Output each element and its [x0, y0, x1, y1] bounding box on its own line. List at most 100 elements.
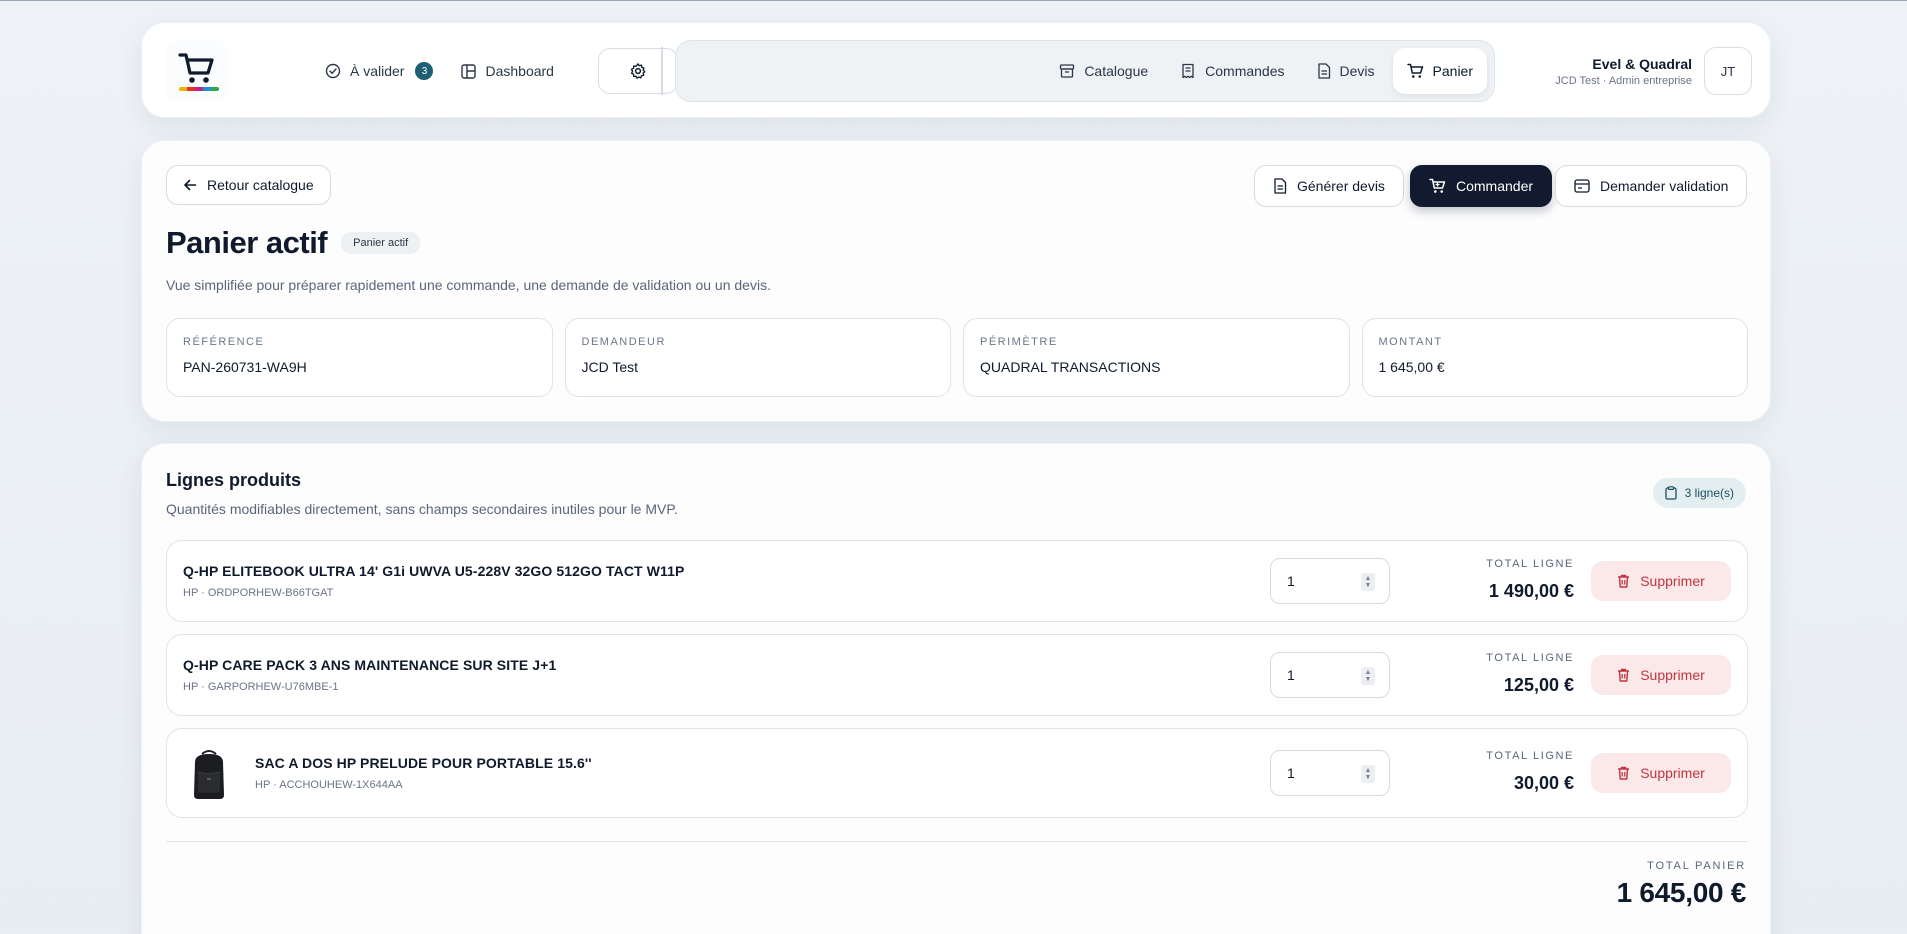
table-row: SAC A DOS HP PRELUDE POUR PORTABLE 15.6'… — [166, 728, 1748, 818]
nav-catalogue[interactable]: Catalogue — [1045, 48, 1162, 94]
cart-info-grid: RÉFÉRENCE PAN-260731-WA9H DEMANDEUR JCD … — [166, 318, 1748, 397]
delete-line-button[interactable]: Supprimer — [1591, 655, 1731, 695]
request-validation-label: Demander validation — [1600, 178, 1729, 194]
info-label: MONTANT — [1378, 336, 1443, 348]
line-total-label: TOTAL LIGNE — [1486, 652, 1574, 664]
order-label: Commander — [1456, 178, 1534, 194]
window-top-border — [0, 0, 1907, 1]
order-button[interactable]: Commander — [1410, 165, 1553, 207]
quantity-stepper[interactable]: 1 ▲ ▼ — [1270, 558, 1390, 604]
product-lines-card: Lignes produits Quantités modifiables di… — [141, 443, 1771, 934]
spinner-arrows-icon[interactable]: ▲ ▼ — [1361, 667, 1375, 685]
logo-bar-seg — [203, 87, 211, 91]
nav-commandes[interactable]: Commandes — [1166, 48, 1298, 94]
user-menu[interactable]: Evel & Quadral JCD Test · Admin entrepri… — [1555, 47, 1752, 95]
check-circle-icon — [325, 63, 341, 79]
line-total-value: 125,00 € — [1503, 675, 1574, 695]
user-name: Evel & Quadral — [1592, 55, 1692, 72]
top-header: À valider 3 Dashboard Catalogue Commande… — [141, 22, 1771, 118]
app-logo[interactable] — [166, 40, 228, 102]
logo-bar-seg — [195, 87, 203, 91]
delete-line-button[interactable]: Supprimer — [1591, 753, 1731, 793]
avatar[interactable]: JT — [1704, 47, 1752, 95]
cart-icon — [1406, 63, 1423, 78]
delete-label: Supprimer — [1640, 667, 1705, 683]
divider — [166, 841, 1748, 842]
info-label: RÉFÉRENCE — [183, 336, 265, 348]
settings-button[interactable] — [598, 48, 678, 94]
spinner-arrows-icon[interactable]: ▲ ▼ — [1361, 765, 1375, 783]
request-validation-button[interactable]: Demander validation — [1555, 165, 1748, 207]
line-total-value: 1 490,00 € — [1488, 581, 1574, 601]
clipboard-icon — [1664, 486, 1677, 500]
product-meta: HP · GARPORHEW-U76MBE-1 — [183, 681, 339, 693]
trash-icon — [1618, 668, 1630, 682]
info-label: PÉRIMÈTRE — [980, 336, 1058, 348]
nav-panier-label: Panier — [1432, 63, 1473, 79]
section-title: Lignes produits — [166, 470, 301, 490]
nav-catalogue-label: Catalogue — [1084, 63, 1149, 79]
nav-panier[interactable]: Panier — [1392, 48, 1487, 94]
nav-devis-label: Devis — [1339, 63, 1375, 79]
document-icon — [1274, 178, 1287, 194]
delete-label: Supprimer — [1640, 765, 1705, 781]
nav-commandes-label: Commandes — [1205, 63, 1285, 79]
backpack-product-image — [187, 747, 231, 801]
trash-icon — [1618, 574, 1630, 588]
spinner-arrows-icon[interactable]: ▲ ▼ — [1361, 573, 1375, 591]
info-value: 1 645,00 € — [1378, 359, 1445, 375]
logo-color-bar — [179, 87, 219, 91]
logo-bar-seg — [179, 87, 187, 91]
info-scope: PÉRIMÈTRE QUADRAL TRANSACTIONS — [963, 318, 1350, 397]
status-badge: Panier actif — [341, 232, 421, 254]
receipt-icon — [1182, 63, 1194, 79]
back-button-label: Retour catalogue — [207, 177, 314, 193]
layout-icon — [461, 63, 477, 79]
delete-line-button[interactable]: Supprimer — [1591, 561, 1731, 601]
user-role: JCD Test · Admin entreprise — [1555, 74, 1692, 87]
logo-bar-seg — [211, 87, 219, 91]
product-meta: HP · ORDPORHEW-B66TGAT — [183, 587, 334, 599]
product-name: Q-HP ELITEBOOK ULTRA 14' G1i UWVA U5-228… — [183, 563, 685, 579]
cart-logo-icon — [177, 51, 219, 91]
line-total-label: TOTAL LIGNE — [1486, 558, 1574, 570]
header-nav-left: À valider 3 Dashboard — [325, 23, 554, 119]
archive-icon — [1060, 64, 1075, 78]
product-meta: HP · ACCHOUHEW-1X644AA — [255, 779, 403, 791]
info-reference: RÉFÉRENCE PAN-260731-WA9H — [166, 318, 553, 397]
quantity-value: 1 — [1287, 573, 1295, 589]
generate-quote-button[interactable]: Générer devis — [1254, 165, 1404, 207]
product-name: Q-HP CARE PACK 3 ANS MAINTENANCE SUR SIT… — [183, 657, 557, 673]
pending-count-badge: 3 — [415, 62, 434, 80]
line-total-value: 30,00 € — [1513, 773, 1574, 793]
arrow-left-icon — [184, 179, 197, 191]
line-total-label: TOTAL LIGNE — [1486, 750, 1574, 762]
nav-a-valider-label: À valider — [350, 63, 405, 79]
back-to-catalogue-button[interactable]: Retour catalogue — [166, 165, 331, 205]
info-value: PAN-260731-WA9H — [183, 359, 307, 375]
document-icon — [1317, 63, 1330, 79]
info-label: DEMANDEUR — [581, 336, 666, 348]
gear-icon — [630, 63, 646, 79]
page-subtitle: Vue simplifiée pour préparer rapidement … — [166, 277, 771, 293]
info-value: JCD Test — [581, 359, 639, 375]
header-divider — [661, 47, 663, 95]
main-nav: Catalogue Commandes Devis Panier — [675, 40, 1495, 102]
nav-devis[interactable]: Devis — [1303, 48, 1389, 94]
quantity-value: 1 — [1287, 667, 1295, 683]
quantity-stepper[interactable]: 1 ▲ ▼ — [1270, 652, 1390, 698]
table-row: Q-HP CARE PACK 3 ANS MAINTENANCE SUR SIT… — [166, 634, 1748, 716]
quantity-stepper[interactable]: 1 ▲ ▼ — [1270, 750, 1390, 796]
quantity-value: 1 — [1287, 765, 1295, 781]
line-count-label: 3 ligne(s) — [1684, 486, 1734, 500]
nav-a-valider[interactable]: À valider 3 — [325, 62, 434, 80]
cart-summary-card: Retour catalogue Générer devis Commander… — [141, 140, 1771, 422]
page-title: Panier actif — [166, 225, 328, 260]
nav-dashboard-label: Dashboard — [485, 63, 554, 79]
generate-quote-label: Générer devis — [1297, 178, 1385, 194]
nav-dashboard[interactable]: Dashboard — [461, 63, 554, 79]
line-count-badge: 3 ligne(s) — [1652, 478, 1746, 508]
id-card-icon — [1574, 179, 1590, 193]
trash-icon — [1618, 766, 1630, 780]
delete-label: Supprimer — [1640, 573, 1705, 589]
